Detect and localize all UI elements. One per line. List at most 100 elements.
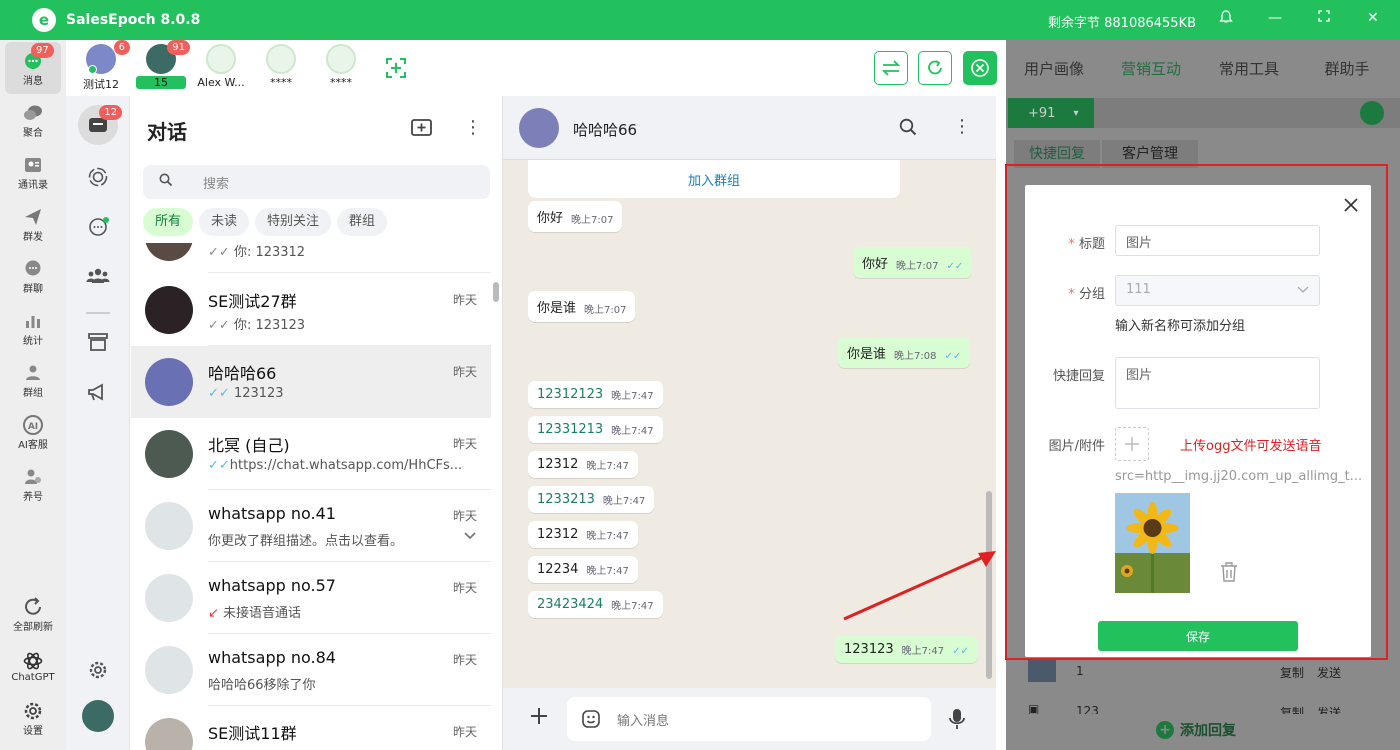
contact-name[interactable]: 哈哈哈66 — [573, 119, 637, 140]
chat-row[interactable]: whatsapp no.84 昨天 哈哈哈66移除了你 — [131, 634, 491, 706]
account-item-active[interactable]: 91 15 — [131, 40, 191, 89]
send-button[interactable]: 发送 — [1317, 704, 1341, 714]
account-item[interactable]: 6 测试12 — [71, 40, 131, 92]
chat-name: SE测试27群 — [208, 292, 297, 311]
tab-group-assistant[interactable]: 群助手 — [1302, 54, 1392, 84]
plus-icon — [1125, 437, 1139, 451]
profile-avatar[interactable] — [82, 700, 114, 732]
nav-broadcast[interactable]: 群发 — [0, 198, 66, 250]
nav-label: 群发 — [23, 231, 43, 243]
tab-tools[interactable]: 常用工具 — [1204, 54, 1294, 84]
close-window-icon[interactable]: ✕ — [1367, 10, 1379, 26]
chevron-down-icon[interactable] — [463, 530, 477, 545]
nav-label: 消息 — [23, 75, 43, 87]
avatar — [145, 358, 193, 406]
nav-group-chat[interactable]: 群聊 — [0, 250, 66, 302]
nav-label: 通讯录 — [18, 179, 48, 191]
close-circle-icon — [971, 59, 989, 77]
tab-user-profile[interactable]: 用户画像 — [1014, 54, 1094, 84]
nav-settings[interactable]: 设置 — [0, 692, 66, 744]
chat-time: 昨天 — [452, 581, 477, 595]
account-item[interactable]: Alex W... — [191, 44, 251, 89]
channels-tab[interactable] — [78, 207, 118, 247]
copy-button[interactable]: 复制 — [1280, 664, 1304, 681]
tab-marketing[interactable]: 营销互动 — [1106, 54, 1196, 84]
attachment-label: 图片/附件 — [1048, 439, 1105, 454]
chat-menu-icon[interactable]: ⋮ — [953, 116, 971, 137]
attach-plus-icon[interactable] — [529, 706, 549, 730]
communities-tab[interactable] — [78, 256, 118, 296]
microphone-icon[interactable] — [949, 708, 965, 734]
ai-icon: AI — [22, 414, 44, 436]
close-icon[interactable] — [1343, 197, 1359, 217]
reply-textarea[interactable]: 图片 — [1115, 357, 1320, 409]
chat-last-message: ✓✓ 你: 123312 — [208, 245, 306, 260]
nav-label: AI客服 — [18, 439, 48, 451]
send-button[interactable]: 发送 — [1317, 664, 1341, 681]
join-group-button[interactable]: 加入群组 — [528, 160, 900, 198]
nav-contacts[interactable]: 通讯录 — [0, 146, 66, 198]
nav-groups[interactable]: 群组 — [0, 354, 66, 406]
status-tab[interactable] — [78, 157, 118, 197]
filter-starred[interactable]: 特别关注 — [255, 208, 332, 236]
nav-nurture[interactable]: 养号 — [0, 458, 66, 510]
contact-avatar[interactable] — [519, 108, 559, 148]
country-code-select[interactable]: +91 ▾ — [1008, 98, 1094, 128]
trash-icon[interactable] — [1219, 561, 1239, 587]
save-button[interactable]: 保存 — [1098, 621, 1298, 651]
chat-last-message: ✓✓https://chat.whatsapp.com/HhCFs... — [208, 458, 463, 473]
add-reply-button[interactable]: + 添加回复 — [1156, 720, 1236, 740]
chat-row[interactable]: SE测试11群 昨天 — [131, 706, 491, 750]
filter-groups[interactable]: 群组 — [337, 208, 388, 236]
group-label: * 分组 — [1068, 287, 1105, 302]
nav-messages[interactable]: 97 消息 — [5, 42, 61, 94]
search-input[interactable]: 搜索 — [143, 165, 490, 199]
minimize-icon[interactable]: — — [1268, 10, 1282, 26]
refresh-button[interactable] — [918, 51, 952, 85]
nav-label: 养号 — [23, 491, 43, 503]
ads-tab[interactable] — [78, 373, 118, 413]
plus-icon: + — [1156, 721, 1174, 739]
group-select[interactable]: 111 — [1115, 275, 1320, 306]
chats-tab[interactable]: 12 — [78, 105, 122, 145]
stats-icon — [22, 310, 44, 332]
nav-stats[interactable]: 统计 — [0, 302, 66, 354]
gear-icon — [89, 661, 107, 679]
switch-button[interactable] — [874, 51, 908, 85]
message-text: 12331213 — [537, 422, 604, 437]
sticker-icon[interactable] — [581, 709, 601, 733]
nav-refresh-all[interactable]: 全部刷新 — [0, 588, 66, 640]
send-icon — [22, 206, 44, 228]
search-icon[interactable] — [899, 118, 917, 140]
nav-aggregate[interactable]: 聚合 — [0, 94, 66, 146]
account-item[interactable]: **** — [251, 44, 311, 89]
account-item[interactable]: **** — [311, 44, 371, 89]
message-input[interactable]: 输入消息 — [567, 697, 931, 741]
title-input[interactable]: 图片 — [1115, 225, 1320, 256]
chat-row[interactable]: SE测试27群 昨天 ✓✓ 你: 123123 — [131, 274, 491, 346]
message-time: 晚上7:47 — [586, 461, 629, 472]
more-menu-icon[interactable]: ⋮ — [464, 118, 482, 138]
filter-unread[interactable]: 未读 — [199, 208, 250, 236]
chat-row-selected[interactable]: 哈哈哈66 昨天 ✓✓ 123123 — [131, 346, 491, 418]
new-chat-icon[interactable] — [411, 118, 433, 142]
chat-scrollbar[interactable] — [986, 491, 992, 679]
chat-row[interactable]: whatsapp no.41 昨天 你更改了群组描述。点击以查看。 — [131, 490, 491, 562]
bell-icon[interactable] — [1219, 10, 1233, 28]
settings-tab[interactable] — [78, 650, 118, 690]
add-account-icon[interactable] — [384, 56, 408, 84]
nav-ai-service[interactable]: AI AI客服 — [0, 406, 66, 458]
list-scrollbar[interactable] — [493, 282, 499, 302]
maximize-icon[interactable] — [1318, 10, 1330, 26]
copy-button[interactable]: 复制 — [1280, 704, 1304, 714]
secondary-sidebar: 12 — [66, 96, 130, 750]
message-time: 晚上7:07 — [584, 305, 627, 316]
nav-chatgpt[interactable]: ChatGPT — [0, 640, 66, 692]
store-tab[interactable] — [78, 322, 118, 362]
chat-row[interactable]: whatsapp no.57 昨天 ↙ 未接语音通话 — [131, 562, 491, 634]
upload-button[interactable] — [1115, 427, 1149, 461]
filter-all[interactable]: 所有 — [143, 208, 194, 236]
chat-row[interactable]: 北冥 (自己) 昨天 ✓✓https://chat.whatsapp.com/H… — [131, 418, 491, 490]
whatsapp-icon[interactable] — [1352, 98, 1392, 128]
close-account-button[interactable] — [963, 51, 997, 85]
